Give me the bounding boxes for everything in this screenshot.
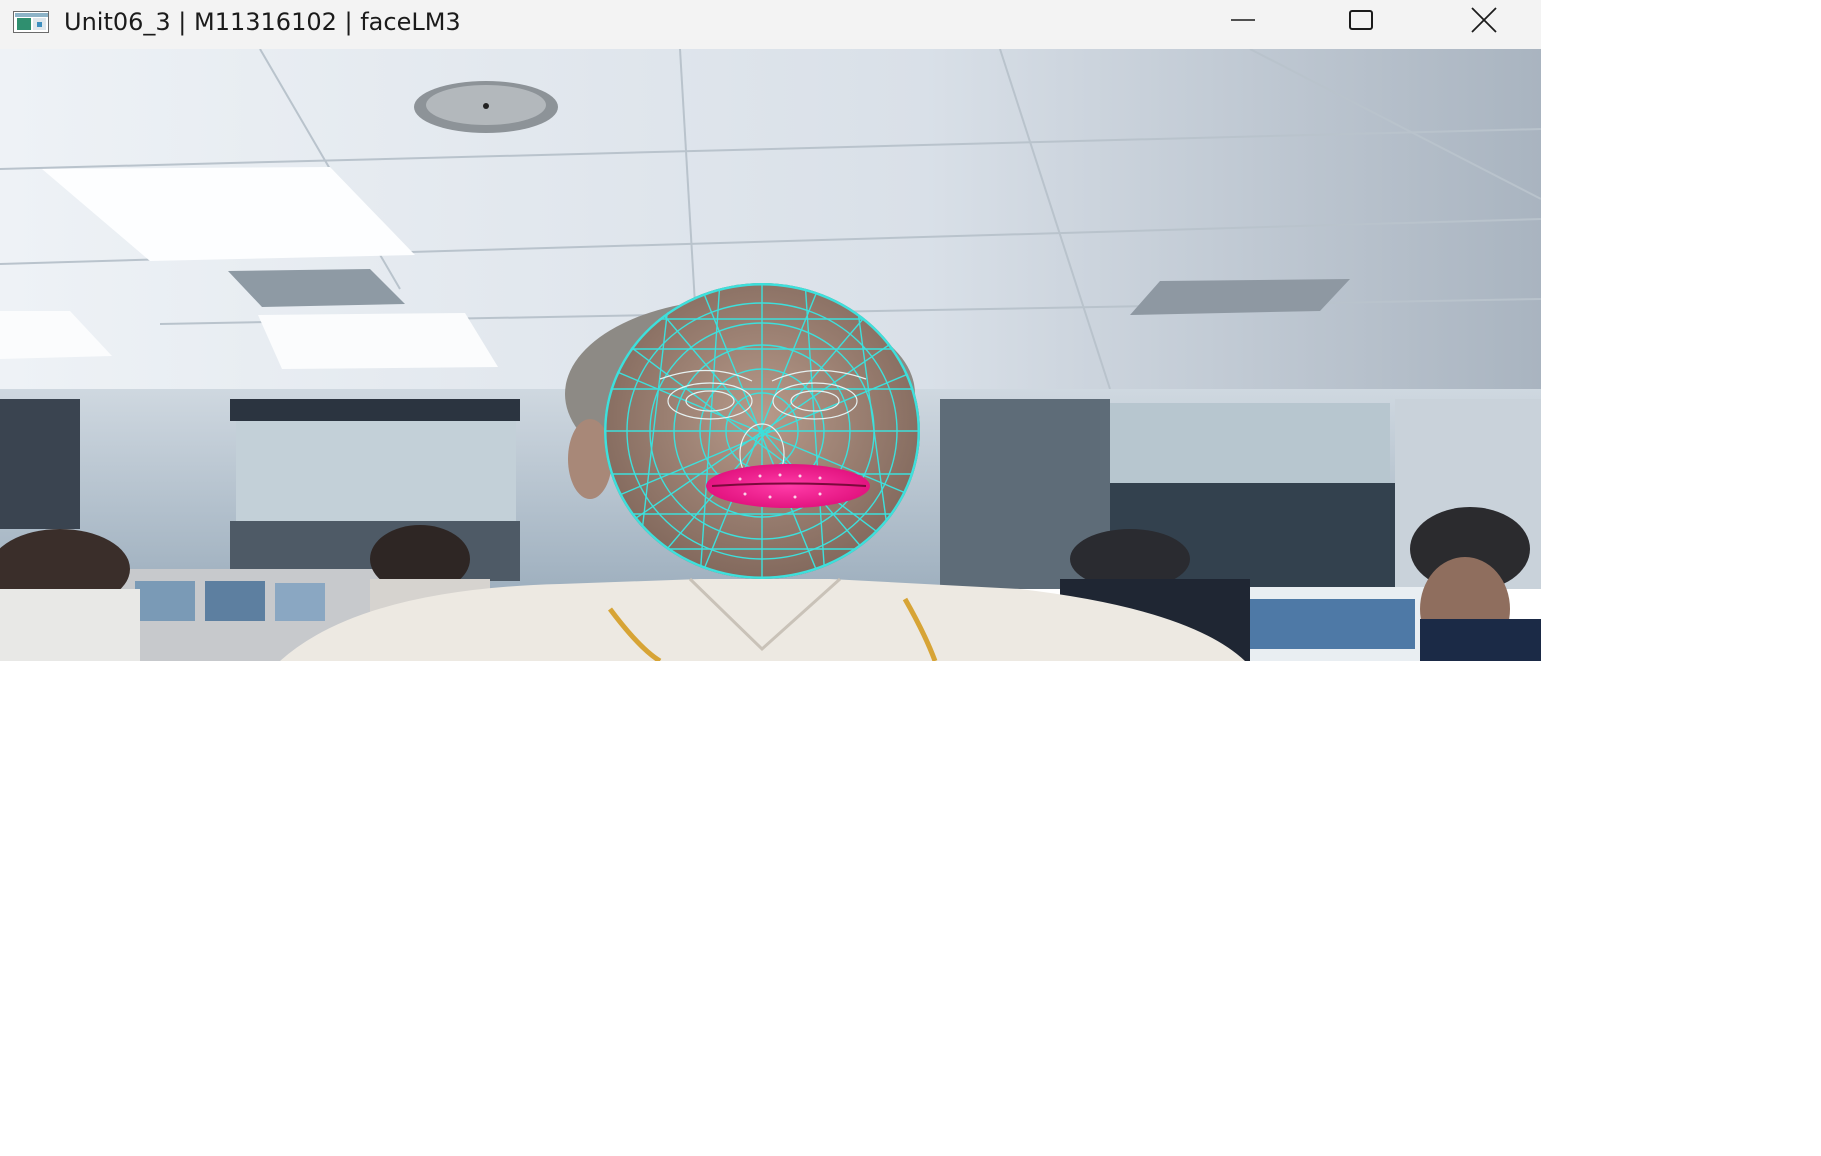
window-blind xyxy=(1110,403,1390,483)
window-blind xyxy=(236,421,516,521)
app-window-icon xyxy=(13,11,49,33)
close-button[interactable] xyxy=(1434,0,1534,45)
maximize-icon xyxy=(1348,7,1374,38)
window-title: Unit06_3 | M11316102 | faceLM3 xyxy=(64,8,461,36)
minimize-button[interactable] xyxy=(1193,0,1293,45)
webcam-scene xyxy=(0,49,1541,661)
wall-panel xyxy=(0,399,80,529)
close-icon xyxy=(1469,7,1499,38)
minimize-icon xyxy=(1230,7,1256,38)
lips-highlight xyxy=(706,464,870,508)
app-window: Unit06_3 | M11316102 | faceLM3 xyxy=(0,0,1541,662)
ceiling-light xyxy=(258,313,498,369)
webcam-frame xyxy=(0,49,1541,661)
ceiling-vent xyxy=(1130,279,1350,315)
title-bar[interactable]: Unit06_3 | M11316102 | faceLM3 xyxy=(0,0,1541,49)
maximize-button[interactable] xyxy=(1311,0,1411,45)
